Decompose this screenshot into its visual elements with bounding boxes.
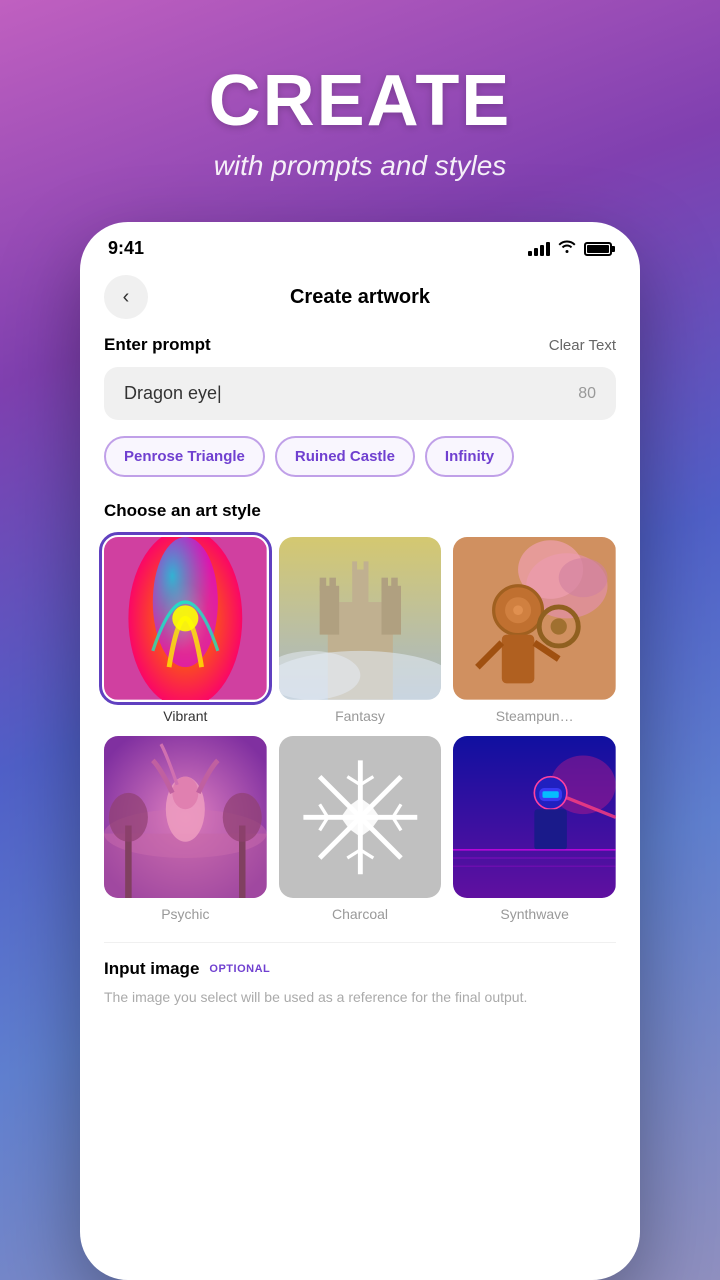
art-thumb-vibrant[interactable]	[104, 537, 267, 700]
prompt-input-text[interactable]: Dragon eye|	[124, 383, 222, 404]
back-button[interactable]: ‹	[104, 275, 148, 319]
status-icons	[528, 239, 612, 258]
status-bar: 9:41	[80, 222, 640, 267]
art-thumb-charcoal[interactable]	[279, 736, 442, 899]
status-time: 9:41	[108, 238, 144, 259]
art-label-synthwave: Synthwave	[500, 906, 568, 922]
input-image-header: Input image OPTIONAL	[104, 959, 616, 979]
wifi-icon	[558, 239, 576, 258]
art-item-synthwave[interactable]: Synthwave	[453, 736, 616, 923]
art-label-vibrant: Vibrant	[163, 708, 207, 724]
suggestions-row: Penrose Triangle Ruined Castle Infinity	[104, 436, 616, 477]
prompt-char-count: 80	[578, 385, 596, 403]
art-thumb-synthwave[interactable]	[453, 736, 616, 899]
hero-title: CREATE	[40, 60, 680, 142]
art-item-fantasy[interactable]: Fantasy	[279, 537, 442, 724]
hero-subtitle: with prompts and styles	[40, 150, 680, 182]
art-thumb-fantasy[interactable]	[279, 537, 442, 700]
nav-bar: ‹ Create artwork	[80, 267, 640, 335]
art-item-vibrant[interactable]: Vibrant	[104, 537, 267, 724]
prompt-section-header: Enter prompt Clear Text	[104, 335, 616, 355]
input-image-description: The image you select will be used as a r…	[104, 987, 616, 1008]
art-item-steampunk[interactable]: Steampun…	[453, 537, 616, 724]
art-style-grid: Vibrant	[104, 537, 616, 922]
art-thumb-psychic[interactable]	[104, 736, 267, 899]
content-area: Enter prompt Clear Text Dragon eye| 80 P…	[80, 335, 640, 1280]
suggestion-chip-ruined-castle[interactable]: Ruined Castle	[275, 436, 415, 477]
optional-badge: OPTIONAL	[209, 963, 270, 975]
suggestion-chip-penrose[interactable]: Penrose Triangle	[104, 436, 265, 477]
prompt-input-container[interactable]: Dragon eye| 80	[104, 367, 616, 420]
art-label-charcoal: Charcoal	[332, 906, 388, 922]
art-style-label: Choose an art style	[104, 501, 616, 521]
nav-title: Create artwork	[290, 286, 430, 309]
phone-container: 9:41 ‹ Create artwork	[80, 222, 640, 1280]
prompt-label: Enter prompt	[104, 335, 211, 355]
art-label-steampunk: Steampun…	[496, 708, 574, 724]
suggestion-chip-infinity[interactable]: Infinity	[425, 436, 514, 477]
battery-icon	[584, 242, 612, 256]
input-image-title: Input image	[104, 959, 199, 979]
clear-text-button[interactable]: Clear Text	[549, 337, 616, 354]
art-label-fantasy: Fantasy	[335, 708, 385, 724]
signal-icon	[528, 242, 550, 256]
art-label-psychic: Psychic	[161, 906, 209, 922]
art-item-psychic[interactable]: Psychic	[104, 736, 267, 923]
art-item-charcoal[interactable]: Charcoal	[279, 736, 442, 923]
hero-section: CREATE with prompts and styles	[0, 0, 720, 222]
art-thumb-steampunk[interactable]	[453, 537, 616, 700]
input-image-section: Input image OPTIONAL The image you selec…	[104, 942, 616, 1024]
